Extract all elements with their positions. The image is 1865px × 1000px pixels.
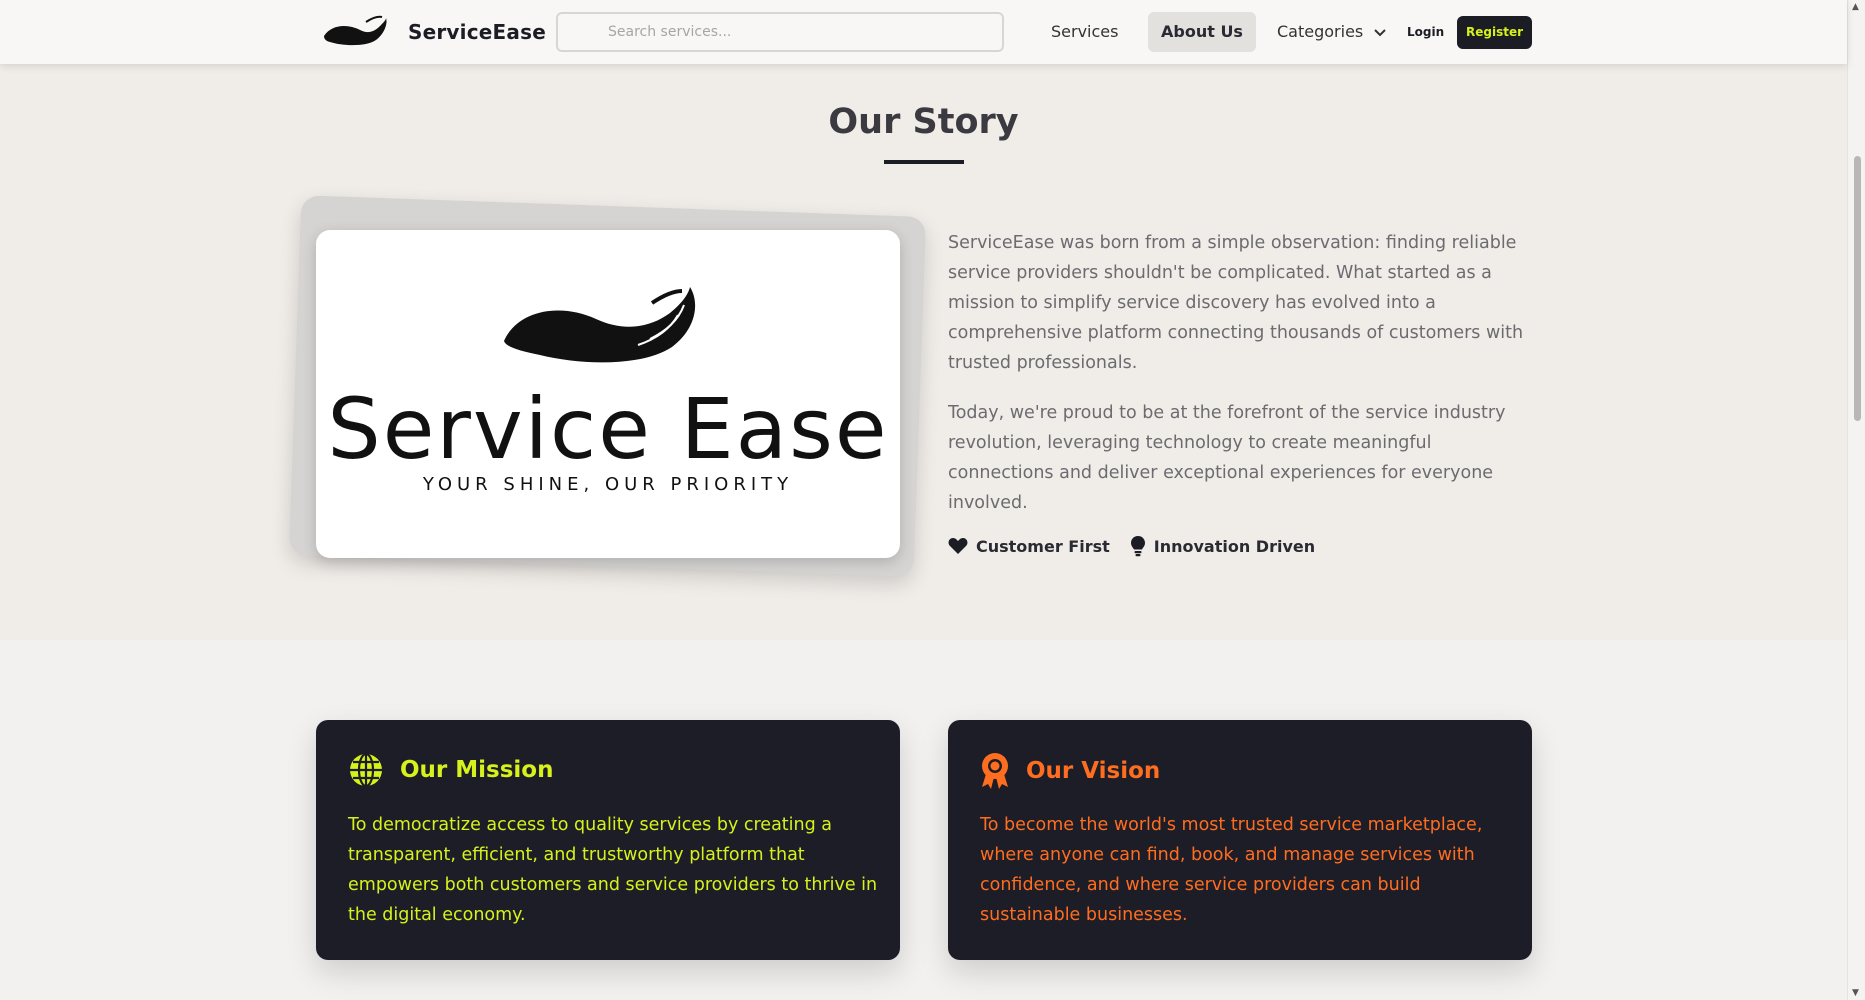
- story-image-card: Service Ease YOUR SHINE, OUR PRIORITY: [316, 230, 900, 558]
- navbar: ServiceEase Services About Us Categories…: [0, 0, 1847, 64]
- search-box[interactable]: [556, 12, 1004, 52]
- register-button[interactable]: Register: [1457, 16, 1532, 49]
- mission-text: To democratize access to quality service…: [348, 815, 878, 925]
- brand[interactable]: ServiceEase: [322, 14, 546, 50]
- vision-text: To become the world's most trusted servi…: [980, 815, 1483, 925]
- scrollbar[interactable]: ▲ ▼: [1847, 0, 1865, 1000]
- badge-label: Customer First: [976, 536, 1110, 556]
- story-paragraph-2: Today, we're proud to be at the forefron…: [948, 403, 1506, 513]
- nav-link-about-us[interactable]: About Us: [1148, 12, 1256, 52]
- categories-label: Categories: [1277, 22, 1364, 41]
- search-input[interactable]: [558, 14, 1002, 50]
- chevron-down-icon: [1374, 28, 1387, 36]
- login-link[interactable]: Login: [1399, 12, 1452, 52]
- scroll-up-arrow-icon[interactable]: ▲: [1852, 2, 1859, 12]
- story-paragraph-1: ServiceEase was born from a simple obser…: [948, 233, 1524, 373]
- award-icon: [982, 753, 1008, 789]
- logo-tagline: YOUR SHINE, OUR PRIORITY: [422, 474, 794, 495]
- vision-card: Our Vision To become the world's most tr…: [948, 720, 1532, 960]
- heart-icon: [948, 538, 968, 554]
- hand-logo-icon: [324, 15, 387, 46]
- logo-wordmark: Service Ease: [327, 380, 889, 478]
- globe-icon: [350, 752, 382, 788]
- brand-name: ServiceEase: [408, 20, 546, 44]
- lightbulb-icon: [1130, 536, 1145, 557]
- mission-title: Our Mission: [400, 757, 554, 783]
- vision-title: Our Vision: [1026, 758, 1161, 784]
- title-underline: [884, 160, 964, 164]
- vision-header: Our Vision: [980, 752, 1160, 790]
- mission-header: Our Mission: [348, 752, 554, 788]
- badge-innovation-driven: Innovation Driven: [1130, 535, 1315, 557]
- badge-label: Innovation Driven: [1153, 536, 1316, 556]
- value-badges: Customer First Innovation Driven: [948, 535, 1335, 557]
- story-section-background: [0, 64, 1847, 640]
- mission-card: Our Mission To democratize access to qua…: [316, 720, 900, 960]
- badge-customer-first: Customer First: [948, 537, 1110, 556]
- scroll-down-arrow-icon[interactable]: ▼: [1852, 988, 1859, 998]
- nav-link-services[interactable]: Services: [1038, 12, 1131, 52]
- scrollbar-thumb[interactable]: [1854, 156, 1861, 421]
- story-title: Our Story: [828, 102, 1019, 142]
- nav-link-categories[interactable]: Categories: [1264, 12, 1399, 52]
- hand-logo-icon: [504, 287, 696, 363]
